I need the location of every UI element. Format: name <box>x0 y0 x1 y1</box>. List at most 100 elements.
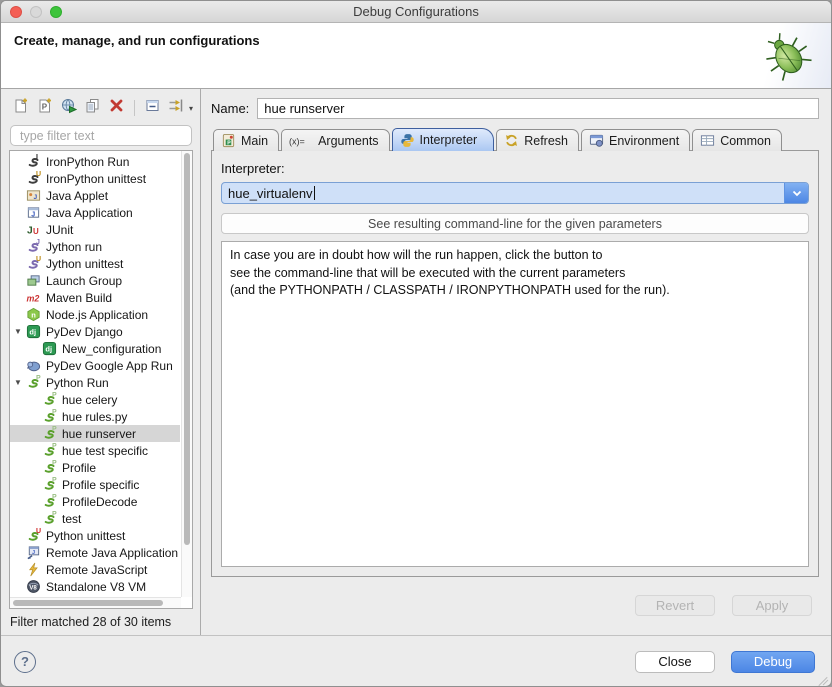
duplicate-icon <box>84 97 101 119</box>
tree-item-label: hue rules.py <box>62 410 127 424</box>
tree-item-new-configuration[interactable]: djNew_configuration <box>10 340 180 357</box>
tree-item-hue-celery[interactable]: Phue celery <box>10 391 180 408</box>
tree-item-ironpython-run[interactable]: IIronPython Run <box>10 153 180 170</box>
command-line-info-text[interactable]: In case you are in doubt how will the ru… <box>221 241 809 567</box>
new-prototype-icon: P <box>36 97 53 119</box>
tree-item-pydev-django[interactable]: ▼djPyDev Django <box>10 323 180 340</box>
tree-item-profile-specific[interactable]: PProfile specific <box>10 476 180 493</box>
tree-item-java-applet[interactable]: JJava Applet <box>10 187 180 204</box>
name-input[interactable] <box>257 98 819 119</box>
svg-text:P: P <box>36 375 41 382</box>
filter-configurations-button[interactable] <box>167 99 186 118</box>
tab-common[interactable]: Common <box>692 129 782 151</box>
v8-icon: V8 <box>26 579 41 594</box>
tab-environment[interactable]: Environment <box>581 129 690 151</box>
resize-grip[interactable] <box>817 673 829 685</box>
python-icon: P <box>42 460 57 475</box>
svg-text:P: P <box>52 426 57 433</box>
tree-item-standalone-v8-vm[interactable]: V8 Standalone V8 VM <box>10 578 180 595</box>
export-configurations-button[interactable] <box>59 99 78 118</box>
remote-java-icon: J <box>26 545 41 560</box>
python-icon: P <box>42 409 57 424</box>
close-window-button[interactable] <box>10 6 22 18</box>
tree-item-ironpython-unittest[interactable]: UIronPython unittest <box>10 170 180 187</box>
tree-item-label: Python Run <box>46 376 109 390</box>
interpreter-combobox[interactable]: hue_virtualenv <box>221 182 809 204</box>
interpreter-label: Interpreter: <box>221 159 809 176</box>
svg-text:V8: V8 <box>29 585 37 592</box>
apply-button[interactable]: Apply <box>732 595 812 616</box>
minimize-window-button[interactable] <box>30 6 42 18</box>
tree-item-hue-rules-py[interactable]: Phue rules.py <box>10 408 180 425</box>
expand-arrow-icon[interactable]: ▼ <box>10 378 26 387</box>
svg-text:J: J <box>36 239 40 246</box>
help-button[interactable]: ? <box>14 651 36 673</box>
toolbar-dropdown-caret[interactable]: ▾ <box>189 104 193 113</box>
new-prototype-button[interactable]: P <box>35 99 54 118</box>
tree-item-test[interactable]: Ptest <box>10 510 180 527</box>
tree-item-hue-runserver[interactable]: Phue runserver <box>10 425 180 442</box>
bug-icon <box>743 23 831 88</box>
revert-button[interactable]: Revert <box>635 595 715 616</box>
maven-icon: m2 <box>26 290 41 305</box>
delete-configuration-button[interactable] <box>107 99 126 118</box>
configurations-sidebar: P▾ IIronPython RunUIronPython unittestJJ… <box>1 89 201 635</box>
tree-item-profile[interactable]: P Profile <box>10 459 180 476</box>
tree-vertical-scrollbar[interactable] <box>181 151 192 597</box>
tree-item-pydev-google-app-run[interactable]: PyDev Google App Run <box>10 357 180 374</box>
tree-item-remote-javascript[interactable]: Remote JavaScript <box>10 561 180 578</box>
new-configuration-button[interactable] <box>11 99 30 118</box>
tab-refresh[interactable]: Refresh <box>496 129 579 151</box>
tree-item-maven-build[interactable]: m2Maven Build <box>10 289 180 306</box>
tab-interpreter[interactable]: Interpreter <box>392 128 495 151</box>
launch-group-icon <box>26 273 41 288</box>
tab-arguments[interactable]: (x)=Arguments <box>281 129 389 151</box>
svg-text:P: P <box>227 140 231 146</box>
svg-text:P: P <box>52 477 57 484</box>
svg-text:P: P <box>52 409 57 416</box>
tree-item-label: Standalone V8 VM <box>46 580 146 594</box>
svg-text:I: I <box>36 154 38 161</box>
chevron-down-icon[interactable] <box>784 183 808 203</box>
tree-item-java-application[interactable]: JJava Application <box>10 204 180 221</box>
tree-item-python-run[interactable]: ▼ P Python Run <box>10 374 180 391</box>
svg-text:m2: m2 <box>26 293 39 303</box>
tree-item-profiledecode[interactable]: PProfileDecode <box>10 493 180 510</box>
tree-item-jython-run[interactable]: JJython run <box>10 238 180 255</box>
expand-arrow-icon[interactable]: ▼ <box>10 327 26 336</box>
tree-item-remote-java-application[interactable]: JRemote Java Application <box>10 544 180 561</box>
interpreter-value: hue_virtualenv <box>228 186 313 201</box>
configuration-detail-panel: Name: PMain(x)=ArgumentsInterpreterRefre… <box>201 89 831 635</box>
duplicate-configuration-button[interactable] <box>83 99 102 118</box>
debug-button[interactable]: Debug <box>731 651 815 673</box>
tree-item-python-unittest[interactable]: UPython unittest <box>10 527 180 544</box>
zoom-window-button[interactable] <box>50 6 62 18</box>
tree-item-junit[interactable]: JUJUnit <box>10 221 180 238</box>
sidebar-toolbar: P▾ <box>9 96 193 120</box>
java-applet-icon: J <box>26 188 41 203</box>
collapse-all-icon <box>144 97 161 119</box>
tree-item-jython-unittest[interactable]: UJython unittest <box>10 255 180 272</box>
tree-item-node-js-application[interactable]: nNode.js Application <box>10 306 180 323</box>
svg-text:P: P <box>52 392 57 399</box>
tab-label: Refresh <box>524 134 568 148</box>
main-tab-icon: P <box>221 133 236 148</box>
ironpython-run-icon: I <box>26 154 41 169</box>
see-command-line-button[interactable]: See resulting command-line for the given… <box>221 213 809 234</box>
tree-item-label: Profile <box>62 461 96 475</box>
python-logo-icon <box>400 133 415 148</box>
python-icon: P <box>42 443 57 458</box>
tree-item-label: test <box>62 512 81 526</box>
tree-item-launch-group[interactable]: Launch Group <box>10 272 180 289</box>
interpreter-tab-panel: Interpreter: hue_virtualenv See resultin… <box>211 150 819 577</box>
tree-item-label: ProfileDecode <box>62 495 137 509</box>
collapse-all-button[interactable] <box>143 99 162 118</box>
java-application-icon: J <box>26 205 41 220</box>
dialog-footer: ? Close Debug <box>1 636 831 687</box>
tree-item-hue-test-specific[interactable]: Phue test specific <box>10 442 180 459</box>
svg-text:P: P <box>52 443 57 450</box>
filter-input[interactable] <box>10 125 192 146</box>
close-button[interactable]: Close <box>635 651 715 673</box>
tab-main[interactable]: PMain <box>213 129 279 151</box>
tree-horizontal-scrollbar[interactable] <box>10 597 181 608</box>
